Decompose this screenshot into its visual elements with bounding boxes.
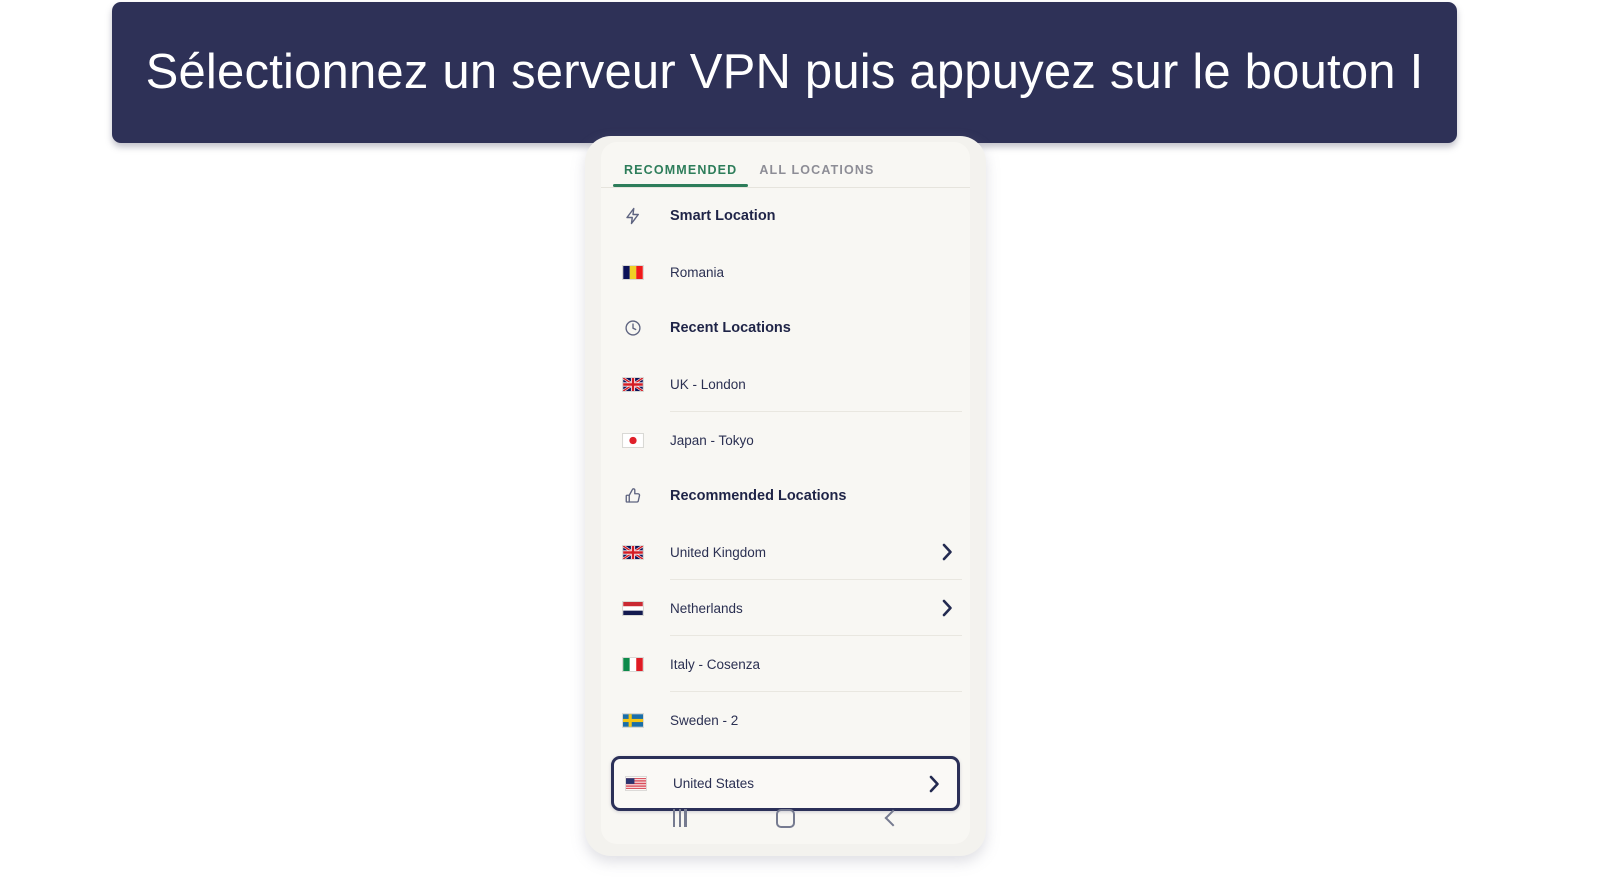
location-row-united-states-label: United States (673, 776, 755, 791)
netherlands-flag (619, 600, 647, 616)
section-header-recent-locations: Recent Locations (601, 300, 970, 356)
recents-icon (673, 809, 687, 827)
section-header-smart-location-label: Smart Location (670, 208, 776, 224)
location-row-sweden-2[interactable]: Sweden - 2 (601, 692, 970, 748)
back-icon (884, 809, 902, 827)
instruction-banner-text: Sélectionnez un serveur VPN puis appuyez… (145, 45, 1424, 100)
tab-recommended[interactable]: RECOMMENDED (613, 163, 749, 187)
section-header-recommended-locations: Recommended Locations (601, 468, 970, 524)
phone-screen: RECOMMENDED ALL LOCATIONS Smart Location (601, 142, 970, 844)
romania-flag (619, 264, 647, 280)
back-button[interactable] (867, 801, 915, 835)
thumbs-up-icon (619, 487, 647, 505)
phone-mockup: RECOMMENDED ALL LOCATIONS Smart Location (585, 136, 986, 856)
united-states-flag (622, 776, 650, 791)
location-row-uk-london-label: UK - London (670, 376, 746, 392)
recents-button[interactable] (656, 801, 704, 835)
italy-flag (619, 656, 647, 672)
chevron-right-icon[interactable] (928, 774, 941, 794)
sweden-flag (619, 712, 647, 728)
section-header-recommended-locations-label: Recommended Locations (670, 488, 847, 504)
section-header-smart-location: Smart Location (601, 188, 970, 244)
location-row-romania[interactable]: Romania (601, 244, 970, 300)
screenshot-stage: Sélectionnez un serveur VPN puis appuyez… (0, 0, 1599, 886)
united-kingdom-flag (619, 544, 647, 560)
clock-icon (619, 319, 647, 337)
united-kingdom-flag (619, 376, 647, 392)
location-row-romania-label: Romania (670, 264, 725, 280)
japan-flag (619, 432, 647, 448)
android-navigation-bar (601, 792, 970, 844)
location-row-netherlands[interactable]: Netherlands (601, 580, 970, 636)
home-icon (775, 808, 795, 828)
instruction-banner: Sélectionnez un serveur VPN puis appuyez… (112, 2, 1457, 143)
location-row-japan-tokyo[interactable]: Japan - Tokyo (601, 412, 970, 468)
locations-list: Smart Location Romania Recent Locations (601, 188, 970, 811)
location-row-united-kingdom-label: United Kingdom (670, 544, 767, 560)
location-tabs: RECOMMENDED ALL LOCATIONS (601, 142, 970, 188)
location-row-netherlands-label: Netherlands (670, 600, 743, 616)
location-row-united-kingdom[interactable]: United Kingdom (601, 524, 970, 580)
location-row-sweden-2-label: Sweden - 2 (670, 712, 739, 728)
location-row-italy-cosenza[interactable]: Italy - Cosenza (601, 636, 970, 692)
tab-all-locations-label: ALL LOCATIONS (759, 163, 875, 177)
location-row-japan-tokyo-label: Japan - Tokyo (670, 432, 754, 448)
tab-recommended-label: RECOMMENDED (624, 163, 738, 177)
chevron-right-icon[interactable] (941, 598, 954, 618)
location-row-italy-cosenza-label: Italy - Cosenza (670, 656, 761, 672)
home-button[interactable] (761, 801, 809, 835)
location-row-uk-london[interactable]: UK - London (601, 356, 970, 412)
chevron-right-icon[interactable] (941, 542, 954, 562)
tab-all-locations[interactable]: ALL LOCATIONS (748, 163, 885, 187)
section-header-recent-locations-label: Recent Locations (670, 320, 791, 336)
lightning-bolt-icon (619, 207, 647, 225)
